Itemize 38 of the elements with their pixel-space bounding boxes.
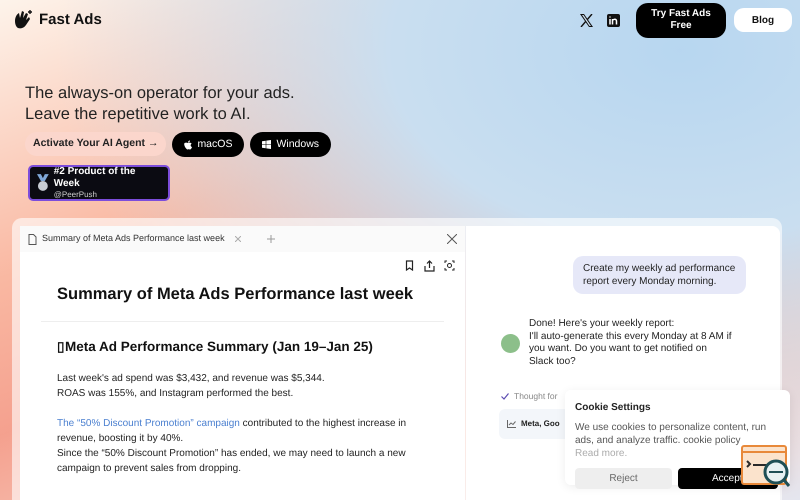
hero-tagline: The always-on operator for your ads. <box>25 83 296 104</box>
cookie-text: We use cookies to personalize content, run ads, and analyze traffic. cookie policy Read more. <box>575 422 766 459</box>
windows-icon <box>262 140 272 149</box>
activate-agent-button[interactable]: Activate Your AI Agent → <box>25 132 166 156</box>
check-icon <box>501 392 509 400</box>
try-free-button[interactable]: Try Fast Ads Free <box>636 2 726 38</box>
badge-subtitle: @PeerPush <box>54 190 98 200</box>
close-icon[interactable] <box>447 234 457 244</box>
windows-button[interactable]: Windows <box>250 132 332 157</box>
avatar-icon <box>501 334 520 352</box>
document-title: Summary of Meta Ads Performance last week <box>57 284 414 305</box>
plus-icon[interactable] <box>266 235 275 243</box>
badge-title: #2 Product of the Week <box>54 166 136 190</box>
apple-icon <box>184 140 192 150</box>
document-icon <box>28 234 37 244</box>
x-logo-icon[interactable] <box>580 14 593 26</box>
source-label: Meta, Goo <box>521 418 560 430</box>
section-heading: ▯Meta Ad Performance Summary (Jan 19–Jan 25) <box>57 338 374 356</box>
award-badge[interactable]: #2 Product of the Week @PeerPush <box>28 165 170 201</box>
share-icon[interactable] <box>424 260 435 272</box>
linkedin-icon[interactable] <box>607 14 620 26</box>
macos-button[interactable]: macOS <box>172 132 244 157</box>
bookmark-icon[interactable] <box>404 260 415 271</box>
brand-name[interactable]: Fast Ads <box>39 8 102 32</box>
paragraph: Last week's ad spend was $3,432, and revenue was $5,344. ROAS was 155%, and Instagram performed the best. <box>57 372 326 401</box>
scan-icon[interactable] <box>444 260 455 271</box>
medal-icon <box>36 174 50 192</box>
cookie-title: Cookie Settings <box>575 401 652 415</box>
logo-icon <box>12 9 34 31</box>
user-message: Create my weekly ad performance report every Monday morning. <box>573 256 746 294</box>
thought-label[interactable]: Thought for <box>514 390 558 403</box>
blog-button[interactable]: Blog <box>734 8 792 32</box>
agent-message: Done! Here's your weekly report: I'll auto-generate this every Monday at 8 AM if you want. Do you want to get notified on Slack too? <box>529 318 733 368</box>
paragraph: The “50% Discount Promotion” campaign contributed to the highest increase in revenue, boosting it by 40%. Since the “50% Discount Promotion” has ended, we may need to launch a new campaign to prevent sales from dropping. <box>57 417 408 476</box>
campaign-link[interactable]: The “50% Discount Promotion” campaign <box>57 418 240 429</box>
hero-tagline: Leave the repetitive work to AI. <box>25 104 252 125</box>
chart-icon <box>507 420 516 428</box>
reject-button[interactable]: Reject <box>575 468 672 489</box>
